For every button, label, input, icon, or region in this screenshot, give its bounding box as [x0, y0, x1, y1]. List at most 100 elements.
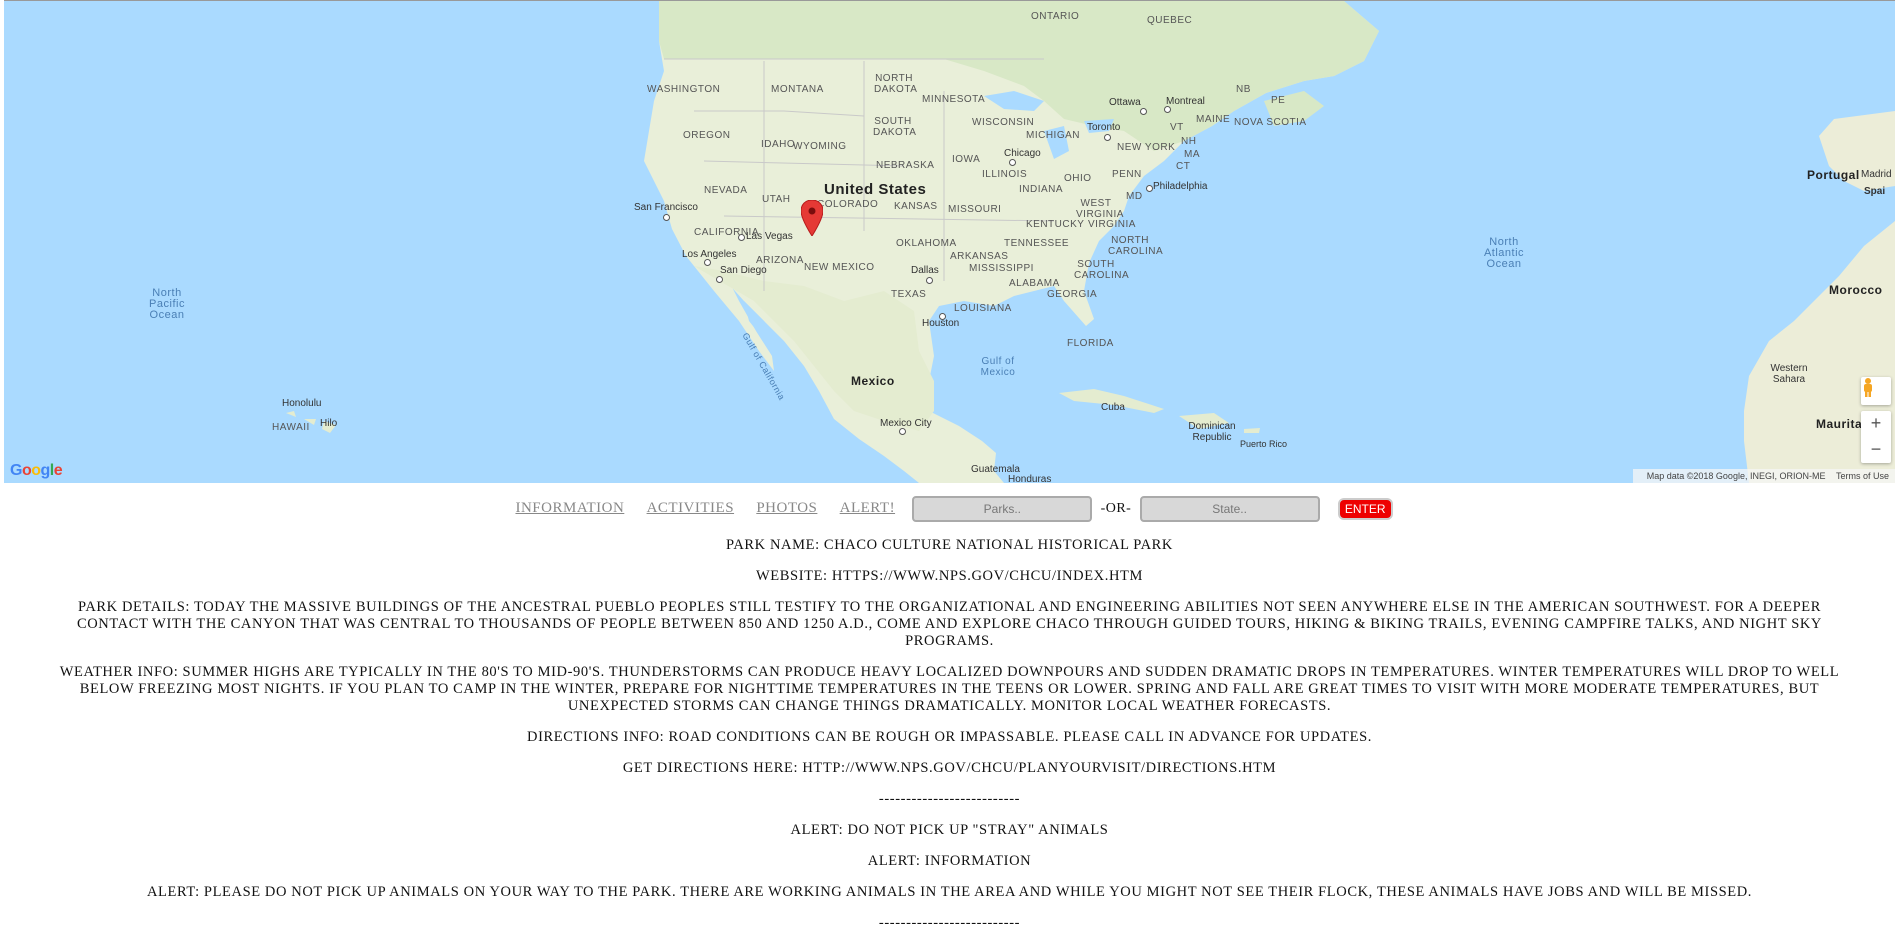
label-vt: VT [1170, 122, 1184, 133]
label-new-york: NEW YORK [1117, 142, 1176, 153]
city-dot-san-diego [716, 276, 723, 283]
label-nevada: NEVADA [704, 185, 748, 196]
label-minnesota: MINNESOTA [922, 94, 986, 105]
park-location-marker-icon[interactable] [801, 200, 823, 236]
label-washington: WASHINGTON [647, 84, 721, 95]
city-dot-san-francisco [663, 214, 670, 221]
label-kansas: KANSAS [894, 201, 938, 212]
label-maine: MAINE [1196, 114, 1231, 125]
label-michigan: MICHIGAN [1026, 130, 1080, 141]
park-name: PARK NAME: CHACO CULTURE NATIONAL HISTOR… [726, 537, 1173, 553]
label-louisiana: LOUISIANA [954, 303, 1012, 314]
park-info-section: PARK NAME: CHACO CULTURE NATIONAL HISTOR… [48, 537, 1851, 946]
label-new-mexico: NEW MEXICO [804, 262, 875, 273]
label-honduras: Honduras [1008, 474, 1052, 483]
label-south-carolina: SOUTH CAROLINA [1074, 259, 1130, 281]
nav-photos-link[interactable]: PHOTOS [756, 500, 817, 516]
label-ohio: OHIO [1064, 173, 1092, 184]
label-montana: MONTANA [771, 84, 824, 95]
label-las-vegas: Las Vegas [746, 231, 793, 242]
google-logo: Google [10, 462, 63, 479]
label-dallas: Dallas [911, 265, 939, 276]
label-indiana: INDIANA [1019, 184, 1064, 195]
label-san-diego: San Diego [720, 265, 767, 276]
directions-info: DIRECTIONS INFO: ROAD CONDITIONS CAN BE … [527, 729, 1372, 745]
label-illinois: ILLINOIS [982, 169, 1028, 180]
label-utah: UTAH [762, 194, 791, 205]
enter-button[interactable]: ENTER [1337, 498, 1393, 520]
weather-info: WEATHER INFO: SUMMER HIGHS ARE TYPICALLY… [59, 664, 1840, 714]
label-dominican-republic: Dominican Republic [1188, 421, 1236, 443]
label-chicago: Chicago [1004, 148, 1041, 159]
label-tennessee: TENNESSEE [1004, 238, 1070, 249]
park-details: PARK DETAILS: TODAY THE MASSIVE BUILDING… [76, 599, 1823, 649]
nav-activities-link[interactable]: ACTIVITIES [647, 500, 735, 516]
label-nova-scotia: NOVA SCOTIA [1234, 117, 1307, 128]
alert-category: ALERT: INFORMATION [867, 853, 1032, 869]
label-texas: TEXAS [891, 289, 927, 300]
get-directions: GET DIRECTIONS HERE: HTTP://WWW.NPS.GOV/… [622, 760, 1277, 776]
label-florida: FLORIDA [1067, 338, 1114, 349]
label-puerto-rico: Puerto Rico [1240, 439, 1288, 449]
label-spain: Spai [1864, 186, 1886, 197]
label-cuba: Cuba [1101, 402, 1125, 413]
city-dot-los-angeles [704, 259, 711, 266]
parks-search-input[interactable] [912, 496, 1093, 522]
label-san-francisco: San Francisco [634, 202, 698, 213]
terms-of-use-link[interactable]: Terms of Use [1836, 471, 1889, 481]
label-portugal: Portugal [1807, 168, 1860, 182]
label-penn: PENN [1112, 169, 1142, 180]
label-western-sahara: Western Sahara [1770, 363, 1808, 385]
zoom-in-button[interactable]: + [1861, 411, 1891, 437]
label-montreal: Montreal [1166, 96, 1205, 107]
label-missouri: MISSOURI [948, 204, 1002, 215]
city-dot-dallas [926, 277, 933, 284]
park-website: WEBSITE: HTTPS://WWW.NPS.GOV/CHCU/INDEX.… [756, 568, 1143, 584]
city-dot-montreal [1164, 106, 1171, 113]
label-north-carolina: NORTH CAROLINA [1108, 235, 1164, 257]
label-north-atlantic-ocean: North Atlantic Ocean [1483, 236, 1525, 270]
label-kentucky: KENTUCKY [1026, 219, 1085, 230]
label-gulf-of-mexico: Gulf of Mexico [980, 356, 1016, 378]
label-madrid: Madrid [1861, 169, 1892, 180]
map-data-credit: Map data ©2018 Google, INEGI, ORION-ME [1646, 471, 1826, 481]
label-nh: NH [1181, 136, 1197, 147]
city-dot-toronto [1104, 134, 1111, 141]
label-ontario: ONTARIO [1031, 11, 1080, 22]
state-search-input[interactable] [1139, 496, 1320, 522]
city-dot-philadelphia [1146, 185, 1153, 192]
alert-title: ALERT: DO NOT PICK UP "STRAY" ANIMALS [790, 822, 1109, 838]
map[interactable]: ONTARIO QUEBEC WASHINGTON MONTANA NORTH … [4, 0, 1895, 483]
label-mississippi: MISSISSIPPI [969, 263, 1034, 274]
label-mexico-city: Mexico City [880, 418, 932, 429]
zoom-out-button[interactable]: − [1861, 437, 1891, 463]
label-colorado: COLORADO [817, 199, 879, 210]
label-united-states: United States [824, 181, 927, 198]
label-md: MD [1126, 191, 1143, 202]
label-north-dakota: NORTH DAKOTA [874, 73, 918, 95]
label-honolulu: Honolulu [282, 398, 322, 409]
or-separator: -OR- [1100, 501, 1132, 516]
label-alabama: ALABAMA [1009, 278, 1060, 289]
label-los-angeles: Los Angeles [682, 249, 737, 260]
label-morocco: Morocco [1829, 283, 1883, 297]
label-north-pacific-ocean: North Pacific Ocean [149, 287, 185, 321]
nav-information-link[interactable]: INFORMATION [515, 500, 624, 516]
label-toronto: Toronto [1087, 122, 1121, 133]
label-west-virginia: WEST VIRGINIA [1076, 198, 1124, 220]
label-pe: PE [1271, 95, 1286, 106]
label-quebec: QUEBEC [1147, 15, 1193, 26]
label-nb: NB [1236, 84, 1251, 95]
label-south-dakota: SOUTH DAKOTA [873, 116, 917, 138]
alert-description: ALERT: PLEASE DO NOT PICK UP ANIMALS ON … [146, 884, 1753, 900]
label-virginia: VIRGINIA [1088, 219, 1136, 230]
label-wisconsin: WISCONSIN [972, 117, 1035, 128]
label-idaho: IDAHO [761, 139, 796, 150]
nav-alert-link[interactable]: ALERT! [840, 500, 895, 516]
label-ct: CT [1176, 161, 1191, 172]
label-hilo: Hilo [320, 418, 338, 429]
pegman-icon[interactable] [1861, 377, 1891, 405]
label-philadelphia: Philadelphia [1153, 181, 1208, 192]
label-arkansas: ARKANSAS [950, 251, 1009, 262]
city-dot-ottawa [1140, 108, 1147, 115]
